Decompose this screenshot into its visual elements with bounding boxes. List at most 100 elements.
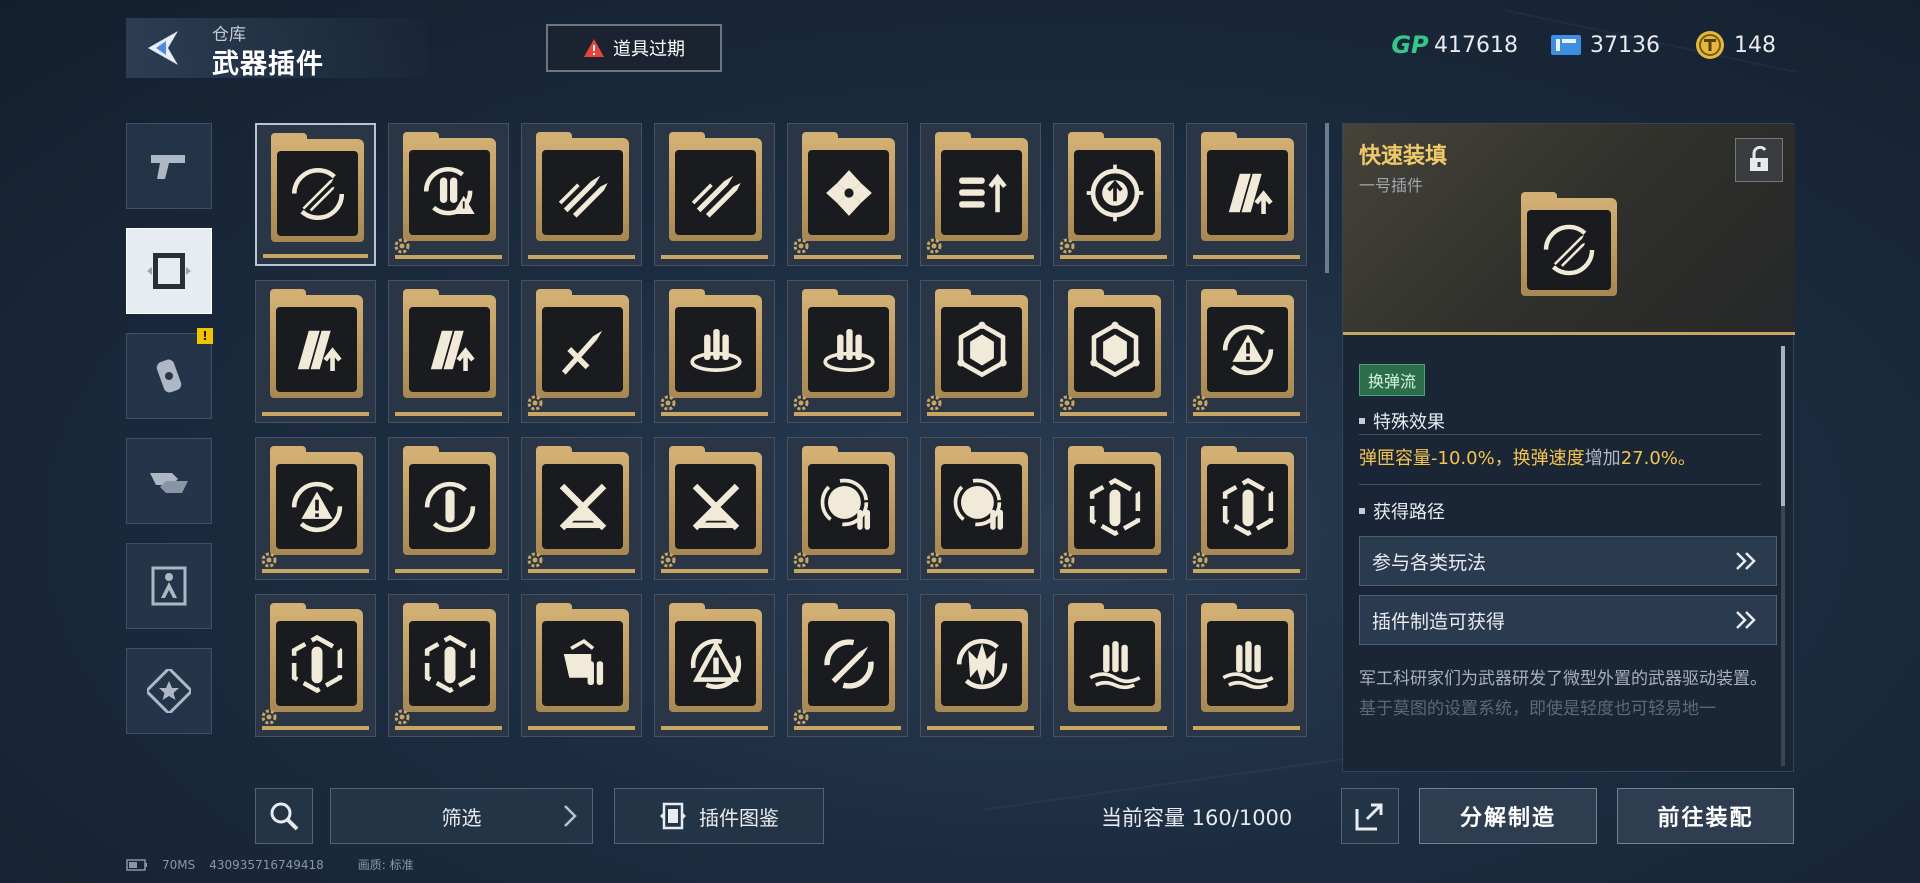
- plugin-icon-frame: [675, 150, 756, 235]
- plugin-card[interactable]: [388, 594, 509, 737]
- double-chevron-right-icon: [1736, 611, 1756, 629]
- plugin-card[interactable]: [388, 437, 509, 580]
- plugin-card[interactable]: [255, 280, 376, 423]
- plugin-icon-frame: [409, 150, 490, 235]
- side-tab-trade[interactable]: [126, 438, 212, 524]
- plugin-folder: [935, 446, 1028, 555]
- plugin-card[interactable]: [388, 280, 509, 423]
- plugin-card[interactable]: [521, 437, 642, 580]
- cycle-warning-icon: [1222, 324, 1273, 375]
- effect-part2: 27.0%。: [1620, 448, 1696, 469]
- gear-icon: [1059, 395, 1075, 411]
- go-equip-button[interactable]: 前往装配: [1617, 788, 1794, 844]
- plugin-card[interactable]: [920, 280, 1041, 423]
- pistol-icon: [151, 155, 185, 179]
- plugin-card[interactable]: [521, 280, 642, 423]
- plugin-card[interactable]: [388, 123, 509, 266]
- plugin-folder: [271, 133, 364, 242]
- route-label: 插件制造可获得: [1372, 610, 1506, 633]
- plugin-card[interactable]: [521, 594, 642, 737]
- divider: [1359, 484, 1761, 485]
- side-tab-firearms[interactable]: [126, 123, 212, 209]
- plugin-card[interactable]: [1053, 437, 1174, 580]
- plugin-card[interactable]: [787, 123, 908, 266]
- search-button[interactable]: [255, 788, 313, 844]
- gear-icon: [926, 552, 942, 568]
- plugin-card[interactable]: [1053, 123, 1174, 266]
- plugin-icon-frame: [808, 621, 889, 706]
- plugin-card[interactable]: [1053, 280, 1174, 423]
- lock-button[interactable]: [1735, 138, 1783, 182]
- ammo-wave-icon: [1088, 640, 1141, 689]
- plugin-folder: [1521, 192, 1617, 296]
- warning-icon: [584, 39, 604, 57]
- plugin-card[interactable]: [654, 123, 775, 266]
- rarity-bar: [794, 569, 901, 573]
- hex-bullet-icon: [424, 634, 475, 693]
- export-button[interactable]: [1341, 788, 1399, 844]
- plugin-card[interactable]: [787, 594, 908, 737]
- scrollbar-thumb[interactable]: [1781, 346, 1785, 506]
- sphere-ammo-icon: [820, 478, 870, 530]
- plugin-icon-frame: [808, 464, 889, 549]
- plugin-icon-frame: [409, 621, 490, 706]
- description-text: 军工科研家们为武器研发了微型外置的武器驱动装置。: [1359, 669, 1767, 689]
- decompose-button[interactable]: 分解制造: [1419, 788, 1597, 844]
- gear-icon: [1059, 552, 1075, 568]
- plugin-icon-frame: [276, 464, 357, 549]
- plugin-card[interactable]: [521, 123, 642, 266]
- route-gameplay-button[interactable]: 参与各类玩法: [1359, 536, 1777, 586]
- plugin-card[interactable]: [920, 594, 1041, 737]
- plugin-folder: [935, 603, 1028, 712]
- capacity-indicator: 当前容量 160/1000: [1101, 806, 1293, 830]
- plugin-codex-button[interactable]: 插件图鉴: [614, 788, 824, 844]
- plugin-description: 军工科研家们为武器研发了微型外置的武器驱动装置。 基于莫图的设置系统，即使是轻度…: [1359, 664, 1777, 724]
- plugin-card[interactable]: [654, 437, 775, 580]
- plugin-card[interactable]: [654, 280, 775, 423]
- plugin-card[interactable]: [1186, 280, 1307, 423]
- shatter-icon: [825, 169, 872, 216]
- back-button[interactable]: [126, 18, 196, 78]
- plugin-card[interactable]: [787, 437, 908, 580]
- fighter-icon: [151, 566, 187, 606]
- route-crafting-button[interactable]: 插件制造可获得: [1359, 595, 1777, 645]
- plugin-card[interactable]: [255, 123, 376, 266]
- expired-items-button[interactable]: 道具过期: [546, 24, 722, 72]
- gear-icon: [660, 552, 676, 568]
- ammo-wave-icon: [1221, 640, 1274, 689]
- plugin-card[interactable]: [920, 437, 1041, 580]
- side-tab-throwables[interactable]: !: [126, 328, 213, 419]
- effect-part1: 弹匣容量-10.0%，换弹速度: [1359, 448, 1585, 469]
- plugin-card[interactable]: [1186, 123, 1307, 266]
- grid-scrollbar[interactable]: [1325, 123, 1329, 273]
- plugin-icon-frame: [1207, 150, 1288, 235]
- hex-bullet-icon: [291, 634, 342, 693]
- plugin-card[interactable]: [255, 594, 376, 737]
- side-tab-honors[interactable]: [126, 648, 212, 734]
- plugin-card[interactable]: [787, 280, 908, 423]
- plugin-card[interactable]: [654, 594, 775, 737]
- search-icon: [270, 802, 299, 831]
- plugin-card[interactable]: [1053, 594, 1174, 737]
- twin-rocket-icon: [558, 175, 608, 218]
- grenade-icon: [156, 359, 182, 393]
- plugin-folder: [403, 132, 496, 241]
- detail-scrollbar[interactable]: [1781, 346, 1785, 766]
- side-tab-plugins[interactable]: [126, 228, 212, 314]
- swirl-rocket-icon: [823, 638, 874, 689]
- hex-web-icon: [1089, 321, 1140, 377]
- rarity-bar: [927, 255, 1034, 259]
- side-tab-operator[interactable]: [126, 543, 212, 629]
- plugin-card[interactable]: [1186, 594, 1307, 737]
- rarity-bar: [528, 412, 635, 416]
- plugin-card[interactable]: [255, 437, 376, 580]
- plugin-folder: [669, 603, 762, 712]
- filter-dropdown[interactable]: 筛选: [330, 788, 593, 844]
- plugin-card[interactable]: [920, 123, 1041, 266]
- rarity-bar: [794, 726, 901, 730]
- plugin-icon-frame: [1207, 621, 1288, 706]
- plugin-folder: [1201, 603, 1294, 712]
- plugin-card[interactable]: [1186, 437, 1307, 580]
- effect-section-label: 特殊效果: [1373, 412, 1445, 433]
- gear-icon: [527, 552, 543, 568]
